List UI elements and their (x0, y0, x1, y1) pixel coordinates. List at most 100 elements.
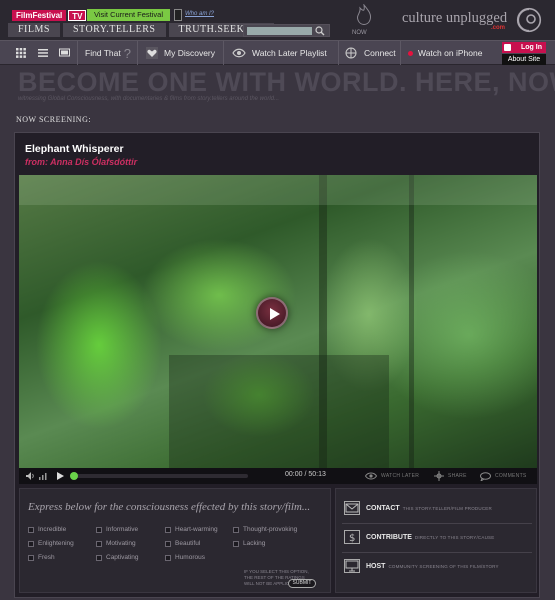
who-am-i-link[interactable]: Who am I? (185, 11, 214, 17)
brand-suffix: .com (491, 25, 506, 31)
search-icon[interactable] (315, 26, 325, 36)
play-icon (270, 308, 280, 320)
comments-ctrl-label: COMMENTS (495, 473, 527, 479)
share-icon (434, 471, 444, 481)
checkbox[interactable] (233, 526, 239, 533)
film-title: Elephant Whisperer (25, 143, 124, 155)
contribute-sub: DIRECTLY TO THIS STORY/CAUSE (414, 534, 495, 540)
dollar-icon: $ (344, 530, 360, 544)
checkbox[interactable] (233, 540, 239, 547)
checkbox[interactable] (165, 554, 171, 561)
rating-option-motivating[interactable]: Motivating (96, 540, 136, 547)
watch-later-playlist-button[interactable]: Watch Later Playlist (224, 41, 339, 65)
now-logo[interactable]: NOW (350, 4, 378, 36)
rating-option-heart-warming[interactable]: Heart-warming (165, 526, 218, 533)
grid-view-icon[interactable] (16, 48, 26, 58)
play-small-icon[interactable] (57, 472, 64, 480)
video-texture (409, 175, 414, 468)
option-label: Incredible (38, 526, 67, 533)
volume-icon[interactable] (26, 472, 35, 480)
checkbox[interactable] (96, 554, 102, 561)
rating-option-fresh[interactable]: Fresh (28, 554, 55, 561)
filmfestival-label: FilmFestival (12, 10, 67, 21)
screen-view-icon[interactable] (59, 48, 70, 58)
watch-on-iphone-button[interactable]: Watch on iPhone (401, 41, 499, 65)
actions-box: CONTACT THIS STORY.TELLER/FILM PRODUCER … (335, 488, 537, 593)
progress-bar[interactable] (70, 472, 248, 480)
screen-icon (344, 559, 360, 573)
watch-later-label: Watch Later Playlist (252, 48, 327, 58)
login-button[interactable]: Log In (502, 42, 546, 53)
checkbox[interactable] (28, 526, 34, 533)
player-controls: 00:00 / 50:13 WATCH LATER SHARE COMMENTS (19, 468, 537, 484)
option-label: Humorous (175, 554, 205, 561)
my-discovery-label: My Discovery (164, 48, 216, 58)
contribute-label: CONTRIBUTE (366, 533, 412, 541)
eye-icon (232, 48, 246, 58)
checkbox[interactable] (96, 526, 102, 533)
checkbox[interactable] (96, 540, 102, 547)
now-label: NOW (352, 30, 367, 36)
contact-action[interactable]: CONTACT THIS STORY.TELLER/FILM PRODUCER (344, 501, 492, 515)
submit-button[interactable]: SUBMIT (288, 579, 316, 588)
player-panel: Elephant Whisperer from: Anna Dís Ólafsd… (14, 132, 540, 598)
secondary-nav: Find That ? My Discovery Watch Later Pla… (0, 40, 555, 65)
rating-option-humorous[interactable]: Humorous (165, 554, 205, 561)
option-label: Lacking (243, 540, 266, 547)
video-texture (169, 355, 389, 468)
my-discovery-button[interactable]: My Discovery (138, 41, 224, 65)
search-input[interactable] (247, 27, 312, 35)
login-label: Log In (521, 44, 542, 51)
rating-option-thought-provoking[interactable]: Thought-provoking (233, 526, 297, 533)
contribute-action[interactable]: $ CONTRIBUTE DIRECTLY TO THIS STORY/CAUS… (344, 530, 494, 544)
progress-knob[interactable] (70, 472, 78, 480)
rating-option-lacking[interactable]: Lacking (233, 540, 265, 547)
video-frame[interactable] (19, 175, 537, 468)
rating-option-captivating[interactable]: Captivating (96, 554, 139, 561)
connect-button[interactable]: Connect (339, 41, 401, 65)
about-site-button[interactable]: About Site (502, 54, 546, 65)
swirl-logo-icon (516, 7, 542, 33)
divider (342, 552, 532, 553)
volume-level-icon[interactable] (39, 472, 47, 480)
rating-option-beautiful[interactable]: Beautiful (165, 540, 200, 547)
divider (342, 523, 532, 524)
connect-icon (345, 47, 357, 59)
consciousness-rating-box: Express below for the consciousness effe… (19, 488, 331, 593)
find-that-button[interactable]: Find That ? (78, 41, 138, 65)
checkbox[interactable] (28, 554, 34, 561)
tab-story-tellers[interactable]: STORY.TELLERS (62, 23, 166, 37)
flame-icon (357, 4, 371, 25)
eye-icon (365, 472, 377, 480)
search-box (243, 24, 330, 37)
rating-option-enlightening[interactable]: Enlightening (28, 540, 74, 547)
envelope-icon (344, 501, 360, 515)
share-control[interactable]: SHARE (434, 468, 467, 484)
contact-sub: THIS STORY.TELLER/FILM PRODUCER (402, 505, 492, 511)
list-view-icon[interactable] (38, 48, 48, 58)
top-bar: FilmFestival TV Visit Current Festival W… (0, 0, 555, 40)
host-action[interactable]: HOST COMMUNITY SCREENING OF THIS FILM/ST… (344, 559, 499, 573)
option-label: Captivating (106, 554, 139, 561)
option-label: Motivating (106, 540, 136, 547)
option-label: Fresh (38, 554, 55, 561)
option-label: Beautiful (175, 540, 201, 547)
checkbox[interactable] (165, 526, 171, 533)
watch-later-ctrl-label: WATCH LATER (381, 473, 420, 479)
checkbox[interactable] (165, 540, 171, 547)
tab-films[interactable]: FILMS (8, 23, 60, 37)
visit-current-festival-button[interactable]: Visit Current Festival (87, 9, 170, 21)
checkbox[interactable] (28, 540, 34, 547)
time-display: 00:00 / 50:13 (285, 471, 326, 478)
play-button[interactable] (256, 297, 288, 329)
filmfestival-tv-logo[interactable]: FilmFestival TV (12, 10, 87, 21)
host-sub: COMMUNITY SCREENING OF THIS FILM/STORY (388, 563, 499, 569)
watch-later-control[interactable]: WATCH LATER (365, 468, 419, 484)
question-icon: ? (123, 45, 131, 61)
rating-option-incredible[interactable]: Incredible (28, 526, 66, 533)
rating-option-informative[interactable]: Informative (96, 526, 138, 533)
share-ctrl-label: SHARE (448, 473, 467, 479)
comments-control[interactable]: COMMENTS (480, 468, 527, 484)
banner-headline: BECOME ONE WITH WORLD. HERE, NOW. (18, 67, 555, 97)
banner-tagline: witnessing Global Consciousness, with do… (18, 96, 279, 102)
